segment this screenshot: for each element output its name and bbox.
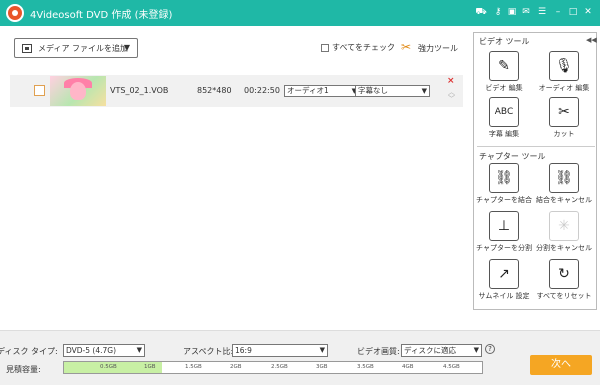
reset-all-label: すべてをリセット [536, 292, 592, 300]
merge-chapter-label: チャプターを結合 [476, 196, 532, 204]
move-down-icon[interactable]: ﹀ [448, 94, 455, 104]
capacity-tick: 0.5GB [100, 364, 117, 370]
aspect-label: アスペクト比: [183, 347, 234, 356]
disc-type-label: ディスク タイプ: [0, 347, 58, 356]
menu-icon[interactable]: ☰ [536, 6, 548, 18]
quality-value: ディスクに適応 [404, 346, 456, 355]
capacity-tick: 4.5GB [443, 364, 460, 370]
audio-track-value: オーディオ1 [287, 86, 329, 95]
window-title: 4Videosoft DVD 作成 (未登録) [30, 10, 173, 21]
power-tool-label: 強力ツール [418, 44, 458, 53]
check-all-option[interactable]: すべてをチェック [321, 43, 395, 52]
aspect-value: 16:9 [235, 346, 252, 355]
video-tools-header: ビデオ ツール [479, 37, 530, 46]
disc-type-select[interactable]: DVD-5 (4.7G) ▼ [63, 344, 145, 357]
capacity-tick: 4GB [402, 364, 414, 370]
file-name: VTS_02_1.VOB [110, 86, 169, 95]
collapse-panel-icon[interactable]: ◀◀ [586, 36, 597, 44]
maximize-icon[interactable]: □ [567, 6, 579, 18]
chevron-down-icon: ▼ [473, 346, 479, 354]
file-resolution: 852*480 [197, 86, 232, 95]
close-icon[interactable]: ✕ [582, 6, 594, 18]
add-file-icon [22, 44, 32, 53]
video-thumbnail [50, 76, 106, 106]
link-icon: ⛓ [489, 163, 519, 193]
subtitle-value: 字幕なし [358, 86, 388, 95]
scissors-icon: ✂ [549, 97, 579, 127]
capacity-label: 見積容量: [6, 365, 41, 374]
chevron-down-icon: ▼ [421, 87, 427, 95]
remove-file-icon[interactable]: × [447, 76, 455, 86]
unlink-icon: ⛓ [549, 163, 579, 193]
video-edit-label: ビデオ 編集 [485, 84, 523, 92]
check-all-label: すべてをチェック [332, 43, 395, 52]
capacity-tick: 3GB [316, 364, 328, 370]
help-icon[interactable]: ? [485, 344, 495, 354]
file-checkbox[interactable] [34, 85, 45, 96]
cut-label: カット [553, 130, 575, 138]
microphone-icon: 🎙 [549, 51, 579, 81]
chevron-down-icon: ▼ [123, 43, 130, 52]
disc-type-value: DVD-5 (4.7G) [66, 346, 117, 355]
cancel-merge-label: 結合をキャンセル [536, 196, 592, 204]
chevron-down-icon: ▼ [136, 346, 142, 354]
bottom-bar: ディスク タイプ: DVD-5 (4.7G) ▼ アスペクト比: 16:9 ▼ … [0, 330, 600, 385]
aspect-select[interactable]: 16:9 ▼ [232, 344, 328, 357]
capacity-tick: 3.5GB [357, 364, 374, 370]
key-icon[interactable]: ⚷ [492, 6, 504, 18]
cart-icon[interactable]: ⛟ [475, 6, 487, 18]
capacity-tick: 1GB [144, 364, 156, 370]
save-icon[interactable]: ▣ [506, 6, 518, 18]
cancel-split-label: 分割をキャンセル [536, 244, 592, 252]
file-duration: 00:22:50 [244, 86, 280, 95]
add-media-label: メディア ファイルを追加 [38, 44, 128, 53]
split-chapter-label: チャプターを分割 [476, 244, 532, 252]
cancel-split-icon: ✳ [549, 211, 579, 241]
thumbnail-setting-tool[interactable]: ↗ サムネイル 設定 [474, 259, 534, 305]
tools-icon: ✂ [401, 40, 412, 54]
capacity-tick: 2GB [230, 364, 242, 370]
capacity-tick: 1.5GB [185, 364, 202, 370]
split-chapter-tool[interactable]: ⊥ チャプターを分割 [474, 211, 534, 257]
abc-subtitle-icon: ABC [489, 97, 519, 127]
quality-label: ビデオ画質: [357, 347, 400, 356]
chat-icon[interactable]: ✉ [520, 6, 532, 18]
add-media-button[interactable]: メディア ファイルを追加 ▼ [14, 38, 138, 58]
next-button[interactable]: 次へ [530, 355, 592, 375]
reset-icon: ↻ [549, 259, 579, 289]
thumbnail-icon: ↗ [489, 259, 519, 289]
subtitle-edit-label: 字幕 編集 [488, 130, 520, 138]
chevron-down-icon: ▼ [319, 346, 325, 354]
file-row[interactable]: VTS_02_1.VOB 852*480 00:22:50 オーディオ1 ▼ 字… [10, 75, 463, 107]
title-bar: 4Videosoft DVD 作成 (未登録) ⛟ ⚷ ▣ ✉ ☰ – □ ✕ [0, 0, 600, 26]
split-icon: ⊥ [489, 211, 519, 241]
tools-panel: ビデオ ツール ◀◀ ✎ ビデオ 編集 🎙 オーディオ 編集 ABC 字幕 編集… [473, 32, 597, 310]
check-all-checkbox[interactable] [321, 43, 329, 52]
subtitle-edit-tool[interactable]: ABC 字幕 編集 [474, 97, 534, 143]
audio-edit-label: オーディオ 編集 [538, 84, 590, 92]
cancel-merge-tool[interactable]: ⛓ 結合をキャンセル [534, 163, 594, 209]
capacity-tick: 2.5GB [271, 364, 288, 370]
audio-edit-tool[interactable]: 🎙 オーディオ 編集 [534, 51, 594, 97]
magic-wand-icon: ✎ [489, 51, 519, 81]
merge-chapter-tool[interactable]: ⛓ チャプターを結合 [474, 163, 534, 209]
thumbnail-setting-label: サムネイル 設定 [478, 292, 530, 300]
cancel-split-tool[interactable]: ✳ 分割をキャンセル [534, 211, 594, 257]
capacity-bar: 0.5GB 1GB 1.5GB 2GB 2.5GB 3GB 3.5GB 4GB … [63, 361, 483, 374]
audio-track-select[interactable]: オーディオ1 ▼ [284, 85, 360, 97]
reset-all-tool[interactable]: ↻ すべてをリセット [534, 259, 594, 305]
quality-select[interactable]: ディスクに適応 ▼ [401, 344, 482, 357]
cut-tool[interactable]: ✂ カット [534, 97, 594, 143]
video-edit-tool[interactable]: ✎ ビデオ 編集 [474, 51, 534, 97]
chapter-tools-header: チャプター ツール [479, 152, 546, 161]
subtitle-select[interactable]: 字幕なし ▼ [355, 85, 430, 97]
app-logo-icon [6, 4, 24, 22]
panel-divider [477, 146, 595, 147]
minimize-icon[interactable]: – [552, 6, 564, 18]
